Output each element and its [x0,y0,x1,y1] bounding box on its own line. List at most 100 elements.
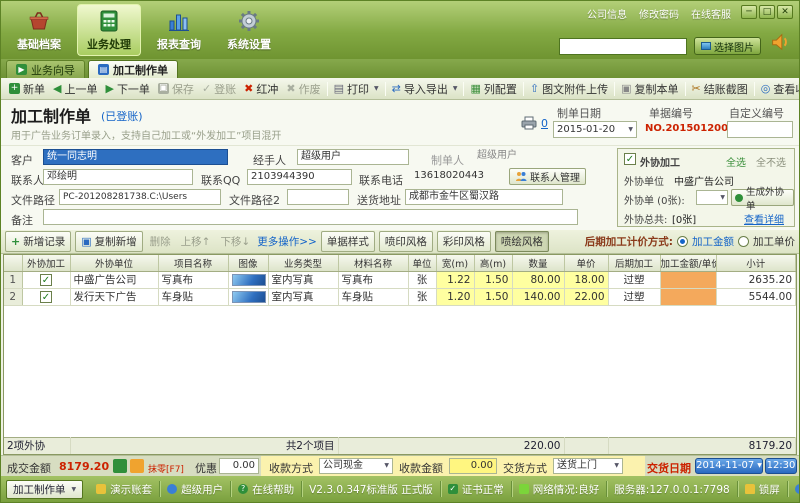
round-off-label[interactable]: 抹零[F7] [148,462,184,475]
note-input[interactable] [43,209,578,225]
col-price[interactable]: 单价 [564,255,609,272]
price-cell[interactable]: 18.00 [564,271,609,289]
col-type[interactable]: 业务类型 [268,255,339,272]
move-up-button[interactable]: 上移↑ [178,232,214,251]
material-cell[interactable]: 写真布 [338,271,409,289]
certificate-status[interactable]: ✓ 证书正常 [441,481,512,497]
attachment-upload-button[interactable]: ⇧ 图文附件上传 [526,79,612,99]
registered-link[interactable]: (已登账) [101,108,143,124]
uom-cell[interactable]: 张 [408,288,437,306]
type-cell[interactable]: 室内写真 [268,271,339,289]
image-cell[interactable] [228,288,269,306]
col-width[interactable]: 宽(m) [436,255,475,272]
col-amount[interactable]: 加工金额/单价 [660,255,717,272]
col-outsource[interactable]: 外协加工 [22,255,71,272]
maximize-button[interactable]: □ [759,5,775,19]
print-style-button[interactable]: 喷印风格 [378,231,433,252]
tab-business-wizard[interactable]: ▶ 业务向导 [6,60,85,78]
col-project[interactable]: 项目名称 [158,255,229,272]
price-cell[interactable]: 22.00 [564,288,609,306]
outsource-checkbox[interactable] [624,153,636,165]
color-style-button[interactable]: 彩印风格 [436,231,491,252]
copy-order-button[interactable]: ▣ 复制本单 [617,79,682,99]
qq-input[interactable]: 2103944390 [247,169,352,185]
nav-item-business[interactable]: 业务处理 [77,4,141,56]
outsource-cell[interactable] [22,271,71,289]
col-material[interactable]: 材料名称 [338,255,409,272]
file-path2-input[interactable] [287,189,349,205]
new-order-button[interactable]: + 新单 [5,79,49,99]
material-cell[interactable]: 车身贴 [338,288,409,306]
view-payment-process-button[interactable]: ◎查看收款过程 [757,79,799,99]
qty-cell[interactable]: 80.00 [512,271,565,289]
amount-cell[interactable] [660,271,717,289]
order-date-input[interactable]: 2015-01-20 ▼ [553,121,637,138]
handler-input[interactable]: 超级用户 [297,149,409,165]
network-status[interactable]: 网络情况:良好 [512,481,608,497]
uom-cell[interactable]: 张 [408,271,437,289]
col-subtotal[interactable]: 小计 [716,255,796,272]
horn-icon[interactable] [769,31,791,53]
company-info-link[interactable]: 公司信息 [587,6,627,21]
file-path-input[interactable]: PC-201208281738.C:\Users [59,189,221,205]
project-cell[interactable]: 写真布 [158,271,229,289]
search-input[interactable] [559,38,687,55]
void-button[interactable]: ✖ 作废 [282,79,324,99]
thumbnail-image[interactable] [231,290,266,303]
tab-processing-order[interactable]: ▤ 加工制作单 [88,60,178,78]
height-cell[interactable]: 1.50 [474,271,513,289]
nav-item-reports[interactable]: 报表查询 [147,4,211,56]
select-all-link[interactable]: 全选 [726,154,746,169]
print-count[interactable]: 0 [541,117,548,130]
amount-cell[interactable] [660,288,717,306]
generate-outsource-button[interactable]: 生成外协单 [731,187,794,212]
checkout-screenshot-button[interactable]: ✂ 结账截图 [688,79,752,99]
import-export-button[interactable]: ⇄ 导入导出 [388,79,462,99]
delivery-date-picker[interactable]: 2014-11-07 ▼ [695,458,763,474]
register-button[interactable]: ✓ 登账 [198,79,240,99]
contact-management-button[interactable]: 联系人管理 [509,168,586,185]
add-record-button[interactable]: + 新增记录 [5,231,72,252]
outsource-cell[interactable] [22,288,71,306]
calculator-small-icon[interactable] [113,459,127,473]
nav-item-basic-files[interactable]: 基础档案 [7,4,71,56]
print-button[interactable]: ▤ 打印 [330,79,383,99]
outsource-unit-value[interactable]: 中盛广告公司 [674,173,734,188]
nav-item-settings[interactable]: 系统设置 [217,4,281,56]
width-cell[interactable]: 1.20 [436,288,475,306]
height-cell[interactable]: 1.50 [474,288,513,306]
online-help-item[interactable]: ? 在线帮助 [231,481,303,497]
col-unit[interactable]: 外协单位 [70,255,159,272]
contact-input[interactable]: 邓绘明 [43,169,193,185]
pay-amount-input[interactable]: 0.00 [449,458,497,474]
type-cell[interactable]: 室内写真 [268,288,339,306]
width-cell[interactable]: 1.22 [436,271,475,289]
phone-input[interactable]: 13618020443 [411,169,503,185]
red-reverse-button[interactable]: ✖ 红冲 [240,79,282,99]
move-down-button[interactable]: 下移↓ [217,232,253,251]
image-cell[interactable] [228,271,269,289]
select-none-link[interactable]: 全不选 [756,154,786,169]
online-service-link[interactable]: 在线客服 [691,6,731,21]
coin-icon[interactable] [130,459,144,473]
post-cell[interactable]: 过塑 [608,288,661,306]
unit-cell[interactable]: 发行天下广告 [70,288,159,306]
copy-add-button[interactable]: ▣ 复制新增 [75,231,143,252]
pricing-unit-label[interactable]: 加工单价 [753,234,795,249]
pricing-amount-label[interactable]: 加工金额 [692,234,734,249]
col-uom[interactable]: 单位 [408,255,437,272]
view-detail-link[interactable]: 查看详细 [744,211,784,226]
delete-row-button[interactable]: 删除 [147,232,174,251]
thumbnail-image[interactable] [231,273,266,286]
custom-number-input[interactable] [727,121,793,138]
close-button[interactable]: ✕ [777,5,793,19]
pricing-amount-radio[interactable] [677,236,688,247]
row-outsource-checkbox[interactable] [40,273,52,286]
doc-style-button[interactable]: 单据样式 [320,231,375,252]
row-outsource-checkbox[interactable] [40,290,52,303]
next-order-button[interactable]: ▶ 下一单 [101,79,153,99]
minimize-button[interactable]: ─ [741,5,757,19]
col-height[interactable]: 高(m) [474,255,513,272]
col-post[interactable]: 后期加工 [608,255,661,272]
discount-input[interactable]: 0.00 [219,458,259,474]
